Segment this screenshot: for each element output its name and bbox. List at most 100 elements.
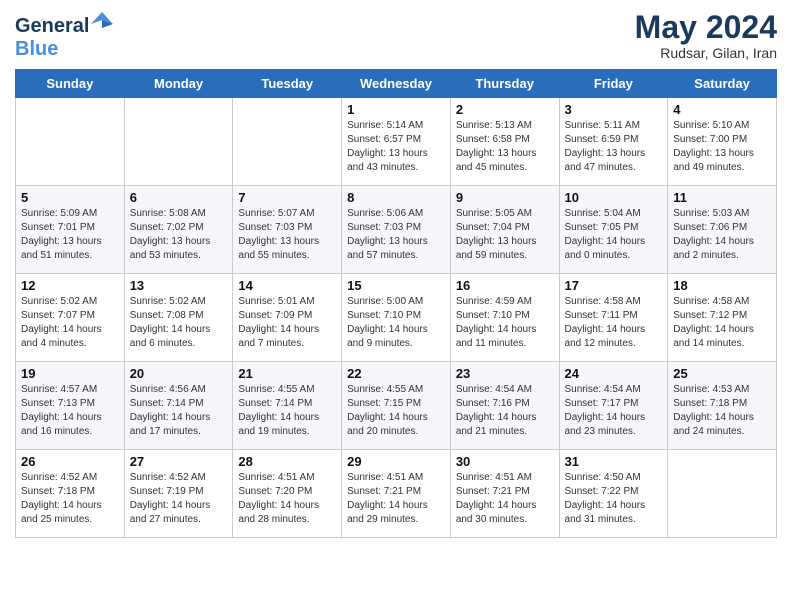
calendar-cell: 26 Sunrise: 4:52 AM Sunset: 7:18 PM Dayli… xyxy=(16,450,125,538)
day-number: 19 xyxy=(21,366,119,381)
day-number: 18 xyxy=(673,278,771,293)
calendar-table: SundayMondayTuesdayWednesdayThursdayFrid… xyxy=(15,69,777,538)
weekday-header-monday: Monday xyxy=(124,70,233,98)
calendar-cell: 4 Sunrise: 5:10 AM Sunset: 7:00 PM Daylig… xyxy=(668,98,777,186)
calendar-cell: 13 Sunrise: 5:02 AM Sunset: 7:08 PM Dayli… xyxy=(124,274,233,362)
calendar-cell: 10 Sunrise: 5:04 AM Sunset: 7:05 PM Dayli… xyxy=(559,186,668,274)
calendar-cell xyxy=(16,98,125,186)
day-info: Sunrise: 5:03 AM Sunset: 7:06 PM Dayligh… xyxy=(673,207,771,263)
day-number: 25 xyxy=(673,366,771,381)
day-info: Sunrise: 4:52 AM Sunset: 7:19 PM Dayligh… xyxy=(130,471,228,527)
calendar-cell: 31 Sunrise: 4:50 AM Sunset: 7:22 PM Dayli… xyxy=(559,450,668,538)
calendar-cell: 1 Sunrise: 5:14 AM Sunset: 6:57 PM Daylig… xyxy=(342,98,451,186)
day-info: Sunrise: 4:51 AM Sunset: 7:21 PM Dayligh… xyxy=(347,471,445,527)
calendar-cell: 25 Sunrise: 4:53 AM Sunset: 7:18 PM Dayli… xyxy=(668,362,777,450)
calendar-cell: 23 Sunrise: 4:54 AM Sunset: 7:16 PM Dayli… xyxy=(450,362,559,450)
day-number: 5 xyxy=(21,190,119,205)
calendar-cell: 19 Sunrise: 4:57 AM Sunset: 7:13 PM Dayli… xyxy=(16,362,125,450)
calendar-cell: 18 Sunrise: 4:58 AM Sunset: 7:12 PM Dayli… xyxy=(668,274,777,362)
day-info: Sunrise: 5:06 AM Sunset: 7:03 PM Dayligh… xyxy=(347,207,445,263)
day-number: 6 xyxy=(130,190,228,205)
day-info: Sunrise: 4:58 AM Sunset: 7:11 PM Dayligh… xyxy=(565,295,663,351)
calendar-cell: 28Sunrise: 4:51 AM Sunset: 7:20 PM Dayli… xyxy=(233,450,342,538)
calendar-cell: 12Sunrise: 5:02 AM Sunset: 7:07 PM Dayli… xyxy=(16,274,125,362)
day-number: 22 xyxy=(347,366,445,381)
calendar-cell xyxy=(233,98,342,186)
day-number: 23 xyxy=(456,366,554,381)
weekday-header-wednesday: Wednesday xyxy=(342,70,451,98)
day-number: 10 xyxy=(565,190,663,205)
day-info: Sunrise: 4:57 AM Sunset: 7:13 PM Dayligh… xyxy=(21,383,119,439)
day-number: 17 xyxy=(565,278,663,293)
day-info: Sunrise: 4:58 AM Sunset: 7:12 PM Dayligh… xyxy=(673,295,771,351)
day-info: Sunrise: 4:54 AM Sunset: 7:17 PM Dayligh… xyxy=(565,383,663,439)
header: General Blue May 2024 Rudsar, Gilan, Ira… xyxy=(15,10,777,61)
day-info: Sunrise: 4:56 AM Sunset: 7:14 PM Dayligh… xyxy=(130,383,228,439)
day-number: 2 xyxy=(456,102,554,117)
logo: General Blue xyxy=(15,10,113,60)
day-number: 20 xyxy=(130,366,228,381)
calendar-cell: 21 Sunrise: 4:55 AM Sunset: 7:14 PM Dayli… xyxy=(233,362,342,450)
day-info: Sunrise: 4:59 AM Sunset: 7:10 PM Dayligh… xyxy=(456,295,554,351)
day-info: Sunrise: 5:00 AM Sunset: 7:10 PM Dayligh… xyxy=(347,295,445,351)
calendar-cell: 8 Sunrise: 5:06 AM Sunset: 7:03 PM Daylig… xyxy=(342,186,451,274)
day-info: Sunrise: 5:14 AM Sunset: 6:57 PM Dayligh… xyxy=(347,119,445,175)
day-number: 4 xyxy=(673,102,771,117)
week-row-2: 5 Sunrise: 5:09 AM Sunset: 7:01 PM Daylig… xyxy=(16,186,777,274)
calendar-cell: 27 Sunrise: 4:52 AM Sunset: 7:19 PM Dayli… xyxy=(124,450,233,538)
weekday-header-friday: Friday xyxy=(559,70,668,98)
calendar-cell: 9 Sunrise: 5:05 AM Sunset: 7:04 PM Daylig… xyxy=(450,186,559,274)
calendar-cell: 15 Sunrise: 5:00 AM Sunset: 7:10 PM Dayli… xyxy=(342,274,451,362)
calendar-cell: 5 Sunrise: 5:09 AM Sunset: 7:01 PM Daylig… xyxy=(16,186,125,274)
weekday-header-saturday: Saturday xyxy=(668,70,777,98)
logo-bird-icon xyxy=(91,10,113,38)
week-row-5: 26 Sunrise: 4:52 AM Sunset: 7:18 PM Dayli… xyxy=(16,450,777,538)
day-number: 31 xyxy=(565,454,663,469)
day-info: Sunrise: 5:11 AM Sunset: 6:59 PM Dayligh… xyxy=(565,119,663,175)
calendar-cell xyxy=(124,98,233,186)
day-number: 8 xyxy=(347,190,445,205)
day-number: 11 xyxy=(673,190,771,205)
day-number: 3 xyxy=(565,102,663,117)
day-number: 12 xyxy=(21,278,119,293)
day-number: 24 xyxy=(565,366,663,381)
day-info: Sunrise: 5:04 AM Sunset: 7:05 PM Dayligh… xyxy=(565,207,663,263)
calendar-cell: 3 Sunrise: 5:11 AM Sunset: 6:59 PM Daylig… xyxy=(559,98,668,186)
calendar-cell: 29 Sunrise: 4:51 AM Sunset: 7:21 PM Dayli… xyxy=(342,450,451,538)
day-info: Sunrise: 5:01 AM Sunset: 7:09 PM Dayligh… xyxy=(238,295,336,351)
week-row-4: 19 Sunrise: 4:57 AM Sunset: 7:13 PM Dayli… xyxy=(16,362,777,450)
day-number: 13 xyxy=(130,278,228,293)
logo-general: General xyxy=(15,15,89,37)
day-info: Sunrise: 5:09 AM Sunset: 7:01 PM Dayligh… xyxy=(21,207,119,263)
day-info: Sunrise: 5:10 AM Sunset: 7:00 PM Dayligh… xyxy=(673,119,771,175)
title-block: May 2024 Rudsar, Gilan, Iran xyxy=(635,10,777,61)
day-number: 9 xyxy=(456,190,554,205)
day-info: Sunrise: 5:05 AM Sunset: 7:04 PM Dayligh… xyxy=(456,207,554,263)
weekday-header-tuesday: Tuesday xyxy=(233,70,342,98)
day-info: Sunrise: 4:50 AM Sunset: 7:22 PM Dayligh… xyxy=(565,471,663,527)
day-number: 15 xyxy=(347,278,445,293)
day-info: Sunrise: 4:54 AM Sunset: 7:16 PM Dayligh… xyxy=(456,383,554,439)
day-info: Sunrise: 5:07 AM Sunset: 7:03 PM Dayligh… xyxy=(238,207,336,263)
calendar-cell xyxy=(668,450,777,538)
day-number: 29 xyxy=(347,454,445,469)
day-number: 1 xyxy=(347,102,445,117)
day-info: Sunrise: 4:55 AM Sunset: 7:14 PM Dayligh… xyxy=(238,383,336,439)
calendar-cell: 24 Sunrise: 4:54 AM Sunset: 7:17 PM Dayli… xyxy=(559,362,668,450)
day-info: Sunrise: 4:51 AM Sunset: 7:20 PM Dayligh… xyxy=(238,471,336,527)
day-number: 26 xyxy=(21,454,119,469)
day-info: Sunrise: 4:53 AM Sunset: 7:18 PM Dayligh… xyxy=(673,383,771,439)
week-row-3: 12Sunrise: 5:02 AM Sunset: 7:07 PM Dayli… xyxy=(16,274,777,362)
calendar-cell: 20 Sunrise: 4:56 AM Sunset: 7:14 PM Dayli… xyxy=(124,362,233,450)
calendar-cell: 16Sunrise: 4:59 AM Sunset: 7:10 PM Dayli… xyxy=(450,274,559,362)
day-number: 7 xyxy=(238,190,336,205)
day-info: Sunrise: 5:02 AM Sunset: 7:08 PM Dayligh… xyxy=(130,295,228,351)
day-number: 21 xyxy=(238,366,336,381)
calendar-cell: 7 Sunrise: 5:07 AM Sunset: 7:03 PM Daylig… xyxy=(233,186,342,274)
page: General Blue May 2024 Rudsar, Gilan, Ira… xyxy=(0,0,792,553)
day-info: Sunrise: 4:52 AM Sunset: 7:18 PM Dayligh… xyxy=(21,471,119,527)
calendar-cell: 2Sunrise: 5:13 AM Sunset: 6:58 PM Daylig… xyxy=(450,98,559,186)
day-number: 14 xyxy=(238,278,336,293)
day-number: 27 xyxy=(130,454,228,469)
calendar-cell: 6Sunrise: 5:08 AM Sunset: 7:02 PM Daylig… xyxy=(124,186,233,274)
